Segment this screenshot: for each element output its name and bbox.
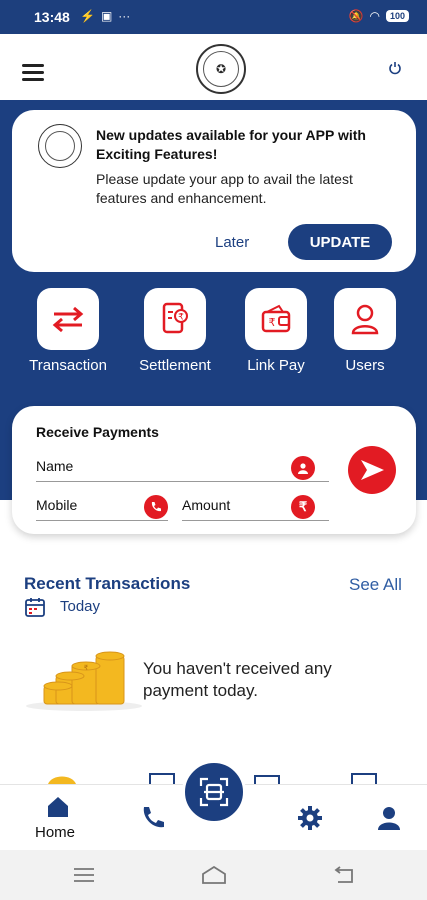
calendar-icon[interactable] [24,596,46,618]
receive-payments-title: Receive Payments [36,424,159,440]
profile-icon[interactable] [376,805,402,831]
quick-action-transaction[interactable]: Transaction [26,288,110,374]
quick-action-settlement[interactable]: ₹ Settlement [133,288,217,374]
app-header: ✪ [0,34,427,100]
rupee-icon: ₹ [291,495,315,519]
update-button[interactable]: UPDATE [288,224,392,260]
hamburger-menu-icon[interactable] [22,64,44,85]
settlement-document-icon: ₹ [144,288,206,350]
status-icons: ⚡ ▣ ··· [80,9,130,23]
mute-icon: 🔕 [348,9,364,23]
empty-state-message: You haven't received any payment today. [143,659,332,700]
user-icon [334,288,396,350]
scan-icon [199,777,229,807]
quick-action-users[interactable]: Users [323,288,407,374]
submit-arrow-button[interactable] [348,446,396,494]
power-icon[interactable] [388,61,404,77]
bank-logo: ✪ [196,44,246,94]
see-all-link[interactable]: See All [349,575,402,595]
phone-icon [144,495,168,519]
home-icon[interactable] [46,795,70,819]
svg-text:₹: ₹ [269,316,276,329]
quick-action-label: Link Pay [247,357,305,374]
recent-transactions-title: Recent Transactions [24,574,191,593]
app-notification-icon: ▣ [100,9,113,23]
wifi-icon: ◠ [369,9,380,23]
update-logo-icon [38,124,82,168]
back-icon[interactable] [334,866,354,889]
battery-icon: 100 [385,10,409,22]
later-button[interactable]: Later [215,234,249,251]
transfer-arrows-icon [37,288,99,350]
quick-action-label: Transaction [29,357,107,374]
quick-action-link-pay[interactable]: ₹ Link Pay [234,288,318,374]
svg-text:₹: ₹ [178,313,184,323]
charging-icon: ⚡ [80,9,95,23]
coins-illustration: ₹ [24,648,142,712]
logo-emblem-icon: ✪ [203,51,239,87]
update-description: Please update your app to avail the late… [96,171,353,206]
status-right: 🔕 ◠ 100 [349,9,409,23]
today-filter[interactable]: Today [60,598,100,615]
update-title: New updates available for your APP with … [96,127,366,162]
receive-payments-card: Receive Payments Name Mobile Amount ₹ [12,406,416,534]
settings-gear-icon[interactable] [297,805,323,831]
person-icon [291,456,315,480]
name-input[interactable]: Name [36,458,329,482]
home-nav-label[interactable]: Home [35,824,75,841]
recent-apps-icon[interactable] [74,868,94,887]
scan-qr-button[interactable] [182,760,246,824]
quick-action-label: Settlement [139,357,211,374]
quick-action-label: Users [345,357,385,374]
status-bar: 13:48 ⚡ ▣ ··· 🔕 ◠ 100 [0,0,427,34]
svg-text:₹: ₹ [84,664,89,672]
update-card: New updates available for your APP with … [12,110,416,272]
wallet-rupee-icon: ₹ [245,288,307,350]
phone-nav-icon[interactable] [140,805,166,831]
more-dots-icon: ··· [118,9,131,23]
system-navigation-bar [0,850,427,900]
home-system-icon[interactable] [201,865,227,889]
status-time: 13:48 [34,9,70,25]
